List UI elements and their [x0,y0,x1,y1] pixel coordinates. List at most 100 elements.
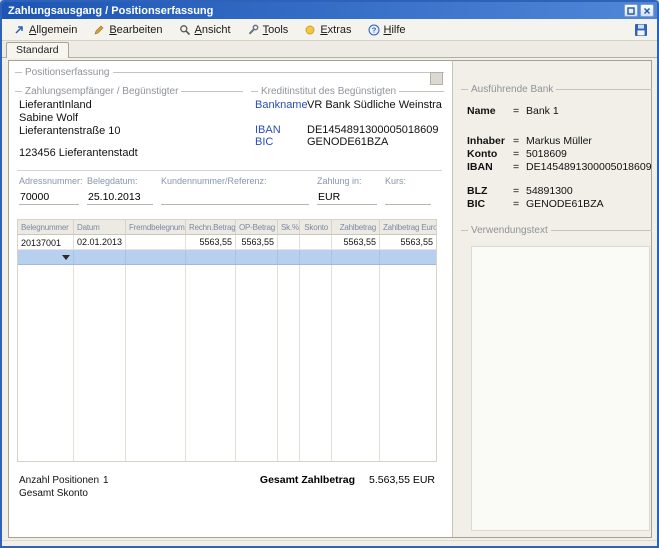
cell-zahlbetrag-euro[interactable]: 5563,55 [380,235,436,249]
group-kreditinstitut: Kreditinstitut des Begünstigten [251,85,444,97]
equals-sign: = [513,135,526,148]
col-rechn-betrag[interactable]: Rechn.Betrag [186,220,236,234]
menu-allgemein[interactable]: Allgemein [6,21,84,39]
empty-column [236,265,278,461]
cell-zahlbetrag[interactable]: 5563,55 [332,235,380,249]
table-row-selected[interactable] [18,250,436,265]
maximize-button[interactable] [624,4,638,17]
tab-label: Standard [16,44,59,56]
cell-rechn-betrag[interactable]: 5563,55 [186,235,236,249]
empty-column [300,265,332,461]
bic-value: GENODE61BZA [526,198,604,211]
bankname-row: Bankname VR Bank Südliche Weinstra [251,99,444,111]
menubar: Allgemein Bearbeiten Ansicht Tools Extra… [2,19,657,41]
cell-datum[interactable]: 02.01.2013 [74,235,126,249]
bankname-value: VR Bank Südliche Weinstra [307,99,442,111]
cell-fremdbelegnummer[interactable] [126,235,186,249]
gesamt-skonto-row: Gesamt Skonto [19,487,109,500]
iban-row: IBAN DE1454891300005018609 [251,124,444,136]
coin-icon [304,24,316,36]
floppy-save-icon [634,23,648,37]
belegdatum-input[interactable]: 25.10.2013 [87,191,153,205]
table-empty-body[interactable] [18,265,436,461]
col-belegnummer[interactable]: Belegnummer [18,220,74,234]
menu-label: Bearbeiten [109,24,162,36]
cell-empty[interactable] [278,250,300,264]
bankname-label: Bankname [255,99,307,111]
bic-label: BIC [467,198,513,211]
content-area: Positionserfassung Zahlungsempfänger / B… [8,60,652,538]
cell-belegnummer[interactable]: 20137001 [18,235,74,249]
empty-column [18,265,74,461]
cell-empty[interactable] [186,250,236,264]
equals-sign: = [513,161,526,174]
col-datum[interactable]: Datum [74,220,126,234]
empty-column [126,265,186,461]
empty-column [380,265,436,461]
anzahl-positionen-value: 1 [103,474,109,487]
group-verwendungstext: Verwendungstext [461,224,652,236]
verwendungstext-area[interactable] [471,246,650,531]
tab-standard[interactable]: Standard [6,42,69,58]
wrench-icon [247,24,259,36]
kundennummer-input[interactable] [161,191,309,205]
menu-ansicht[interactable]: Ansicht [172,21,238,39]
close-icon [643,7,651,15]
cell-skonto[interactable] [300,235,332,249]
table-row[interactable]: 20137001 02.01.2013 5563,55 5563,55 5563… [18,235,436,250]
col-zahlbetrag-euro[interactable]: Zahlbetrag Euro [380,220,436,234]
cell-empty[interactable] [236,250,278,264]
payee-contact: Sabine Wolf [15,112,243,125]
kurs-input[interactable] [385,191,431,205]
cell-empty[interactable] [332,250,380,264]
col-op-betrag[interactable]: OP-Betrag [236,220,278,234]
save-button[interactable] [631,21,651,39]
bic-label: BIC [255,136,307,148]
iban-value: DE1454891300005018609 [526,161,652,174]
gesamt-zahlbetrag-label: Gesamt Zahlbetrag [260,474,355,486]
cell-sk-prozent[interactable] [278,235,300,249]
col-fremdbelegnummer[interactable]: Fremdbelegnummer [126,220,186,234]
window-title: Zahlungsausgang / Positionserfassung [8,5,622,17]
positions-table: Belegnummer Datum Fremdbelegnummer Rechn… [17,219,437,462]
menu-label: Extras [320,24,351,36]
konto-value: 5018609 [526,148,567,161]
close-button[interactable] [640,4,654,17]
bic-value: GENODE61BZA [307,136,388,148]
titlebar[interactable]: Zahlungsausgang / Positionserfassung [2,2,657,19]
cell-empty[interactable] [126,250,186,264]
sidebar-row-name: Name = Bank 1 [461,105,652,118]
empty-column [278,265,300,461]
gesamt-zahlbetrag-row: Gesamt Zahlbetrag 5.563,55 EUR [260,474,435,500]
cell-op-betrag[interactable]: 5563,55 [236,235,278,249]
menu-tools[interactable]: Tools [240,21,296,39]
scrollbar-button[interactable] [430,72,443,85]
menu-hilfe[interactable]: ? Hilfe [361,21,413,39]
arrow-up-right-icon [13,24,25,36]
zahlung-in-input[interactable]: EUR [317,191,377,205]
menu-label: Hilfe [384,24,406,36]
menu-bearbeiten[interactable]: Bearbeiten [86,21,169,39]
col-skonto[interactable]: Skonto [300,220,332,234]
field-belegdatum: Belegdatum: 25.10.2013 [87,176,153,205]
cell-belegnummer-editor[interactable] [18,250,74,264]
menu-extras[interactable]: Extras [297,21,358,39]
adressnummer-input[interactable]: 70000 [19,191,79,205]
col-sk-prozent[interactable]: Sk.% [278,220,300,234]
statusbar [2,540,657,546]
empty-column [74,265,126,461]
payee-group: Zahlungsempfänger / Begünstigter Liefera… [15,83,251,160]
document-fields-row: Adressnummer: 70000 Belegdatum: 25.10.20… [15,176,444,205]
gesamt-zahlbetrag-value: 5.563,55 EUR [369,474,435,486]
cell-empty[interactable] [300,250,332,264]
pencil-icon [93,24,105,36]
cell-empty[interactable] [380,250,436,264]
blz-label: BLZ [467,185,513,198]
dropdown-caret-icon[interactable] [62,255,70,260]
konto-label: Konto [467,148,513,161]
cell-empty[interactable] [74,250,126,264]
col-zahlbetrag[interactable]: Zahlbetrag [332,220,380,234]
sidebar-row-inhaber: Inhaber = Markus Müller [461,135,652,148]
equals-sign: = [513,185,526,198]
payee-bank-row: Zahlungsempfänger / Begünstigter Liefera… [15,83,444,160]
